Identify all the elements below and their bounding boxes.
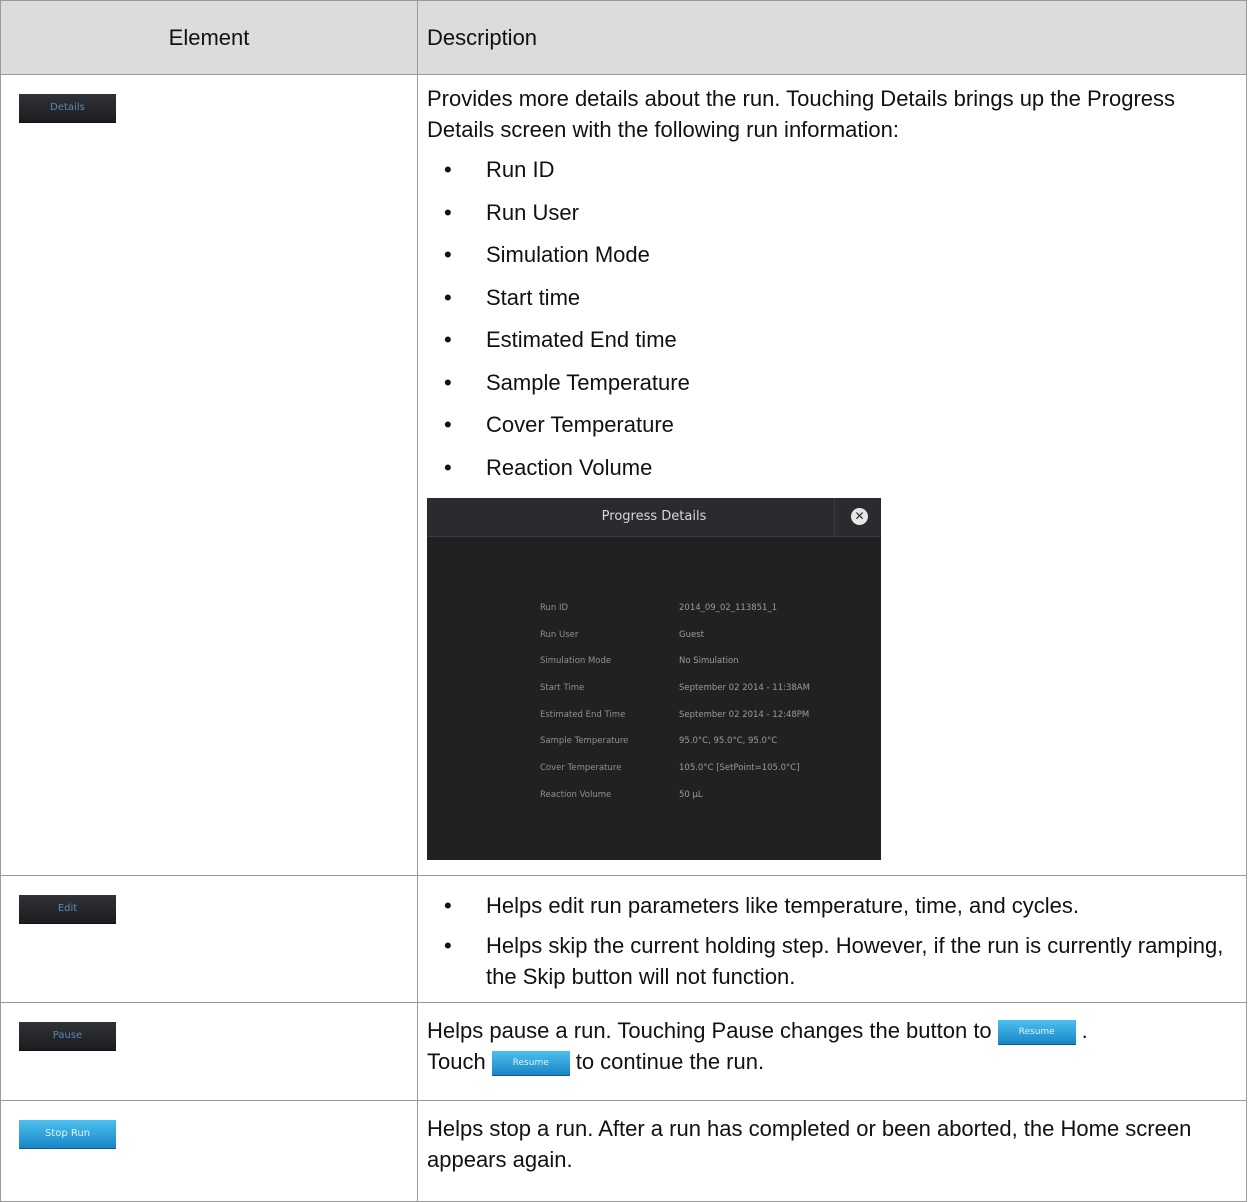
element-description-table: Element Description Details Provides mor… [0, 0, 1247, 1202]
table-row: Pause Helps pause a run. Touching Pause … [0, 1002, 1247, 1101]
description-cell: Provides more details about the run. Tou… [417, 74, 1247, 876]
resume-button-image: Resume [997, 1019, 1076, 1045]
field-value: Guest [679, 629, 704, 640]
field-value: September 02 2014 - 11:38AM [679, 683, 810, 694]
text: Helps pause a run. Touching Pause change… [427, 1018, 992, 1043]
pause-button-image: Pause [19, 1022, 116, 1051]
field-value: 95.0°C, 95.0°C, 95.0°C [679, 736, 778, 747]
stop-run-button-image: Stop Run [19, 1120, 116, 1149]
element-cell: Pause [0, 1002, 418, 1101]
list-item: Start time [427, 277, 1232, 320]
description-cell: Helps stop a run. After a run has comple… [417, 1100, 1247, 1202]
field-value: 2014_09_02_113851_1 [679, 603, 778, 613]
header-description: Description [417, 0, 1247, 75]
description-cell: Helps pause a run. Touching Pause change… [417, 1002, 1247, 1101]
table-row: Edit Helps edit run parameters like temp… [0, 875, 1247, 1003]
description-cell: Helps edit run parameters like temperatu… [417, 875, 1247, 1003]
list-item: Reaction Volume [427, 447, 1232, 490]
field-row: Reaction Volume 50 µL [540, 780, 810, 807]
pause-text-line1: Helps pause a run. Touching Pause change… [427, 1015, 1232, 1046]
resume-button-image: Resume [491, 1050, 570, 1076]
field-row: Estimated End Time September 02 2014 - 12… [540, 700, 810, 727]
text: . [1081, 1018, 1088, 1043]
list-item: Run ID [427, 149, 1232, 192]
screen-fields: Run ID 2014_09_02_113851_1 Run User Guest … [540, 593, 810, 807]
details-intro: Provides more details about the run. Tou… [427, 86, 1176, 142]
text: Touch [427, 1049, 486, 1074]
field-value: 50 µL [679, 789, 703, 800]
close-icon: ✕ [851, 508, 868, 525]
title-separator [834, 498, 835, 536]
run-info-list: Run ID Run User Simulation Mode Start ti… [427, 149, 1232, 489]
list-item: Simulation Mode [427, 234, 1232, 277]
stop-run-text: Helps stop a run. After a run has comple… [427, 1116, 1192, 1172]
field-row: Simulation Mode No Simulation [540, 646, 810, 673]
edit-list: Helps edit run parameters like temperatu… [427, 890, 1232, 992]
field-row: Sample Temperature 95.0°C, 95.0°C, 95.0°C [540, 726, 810, 753]
header-element: Element [0, 0, 418, 75]
element-cell: Details [0, 74, 418, 876]
list-item: Helps skip the current holding step. How… [427, 930, 1232, 992]
edit-button-image: Edit [19, 895, 116, 924]
list-item: Run User [427, 192, 1232, 235]
text: to continue the run. [575, 1049, 765, 1074]
list-item: Sample Temperature [427, 362, 1232, 405]
screen-title-bar: Progress Details [427, 498, 881, 537]
field-value: 105.0°C [SetPoint=105.0°C] [679, 763, 800, 774]
field-row: Run User Guest [540, 620, 810, 647]
table-row: Stop Run Helps stop a run. After a run h… [0, 1100, 1247, 1202]
field-label: Reaction Volume [540, 789, 612, 800]
field-row: Run ID 2014_09_02_113851_1 [540, 593, 810, 620]
list-item: Estimated End time [427, 319, 1232, 362]
pause-text-line2: Touch Resume to continue the run. [427, 1046, 1232, 1077]
field-row: Cover Temperature 105.0°C [SetPoint=105.0… [540, 753, 810, 780]
list-item: Helps edit run parameters like temperatu… [427, 890, 1232, 921]
element-cell: Edit [0, 875, 418, 1003]
details-button-image: Details [19, 94, 116, 123]
element-cell: Stop Run [0, 1100, 418, 1202]
table-header-row: Element Description [0, 0, 1247, 75]
field-row: Start Time September 02 2014 - 11:38AM [540, 673, 810, 700]
table-row: Details Provides more details about the … [0, 74, 1247, 876]
field-value: No Simulation [679, 656, 739, 667]
progress-details-screenshot: Progress Details ✕ Run ID 2014_09_02_1138… [427, 498, 881, 860]
screen-title: Progress Details [601, 509, 707, 524]
field-value: September 02 2014 - 12:48PM [679, 709, 810, 720]
list-item: Cover Temperature [427, 404, 1232, 447]
